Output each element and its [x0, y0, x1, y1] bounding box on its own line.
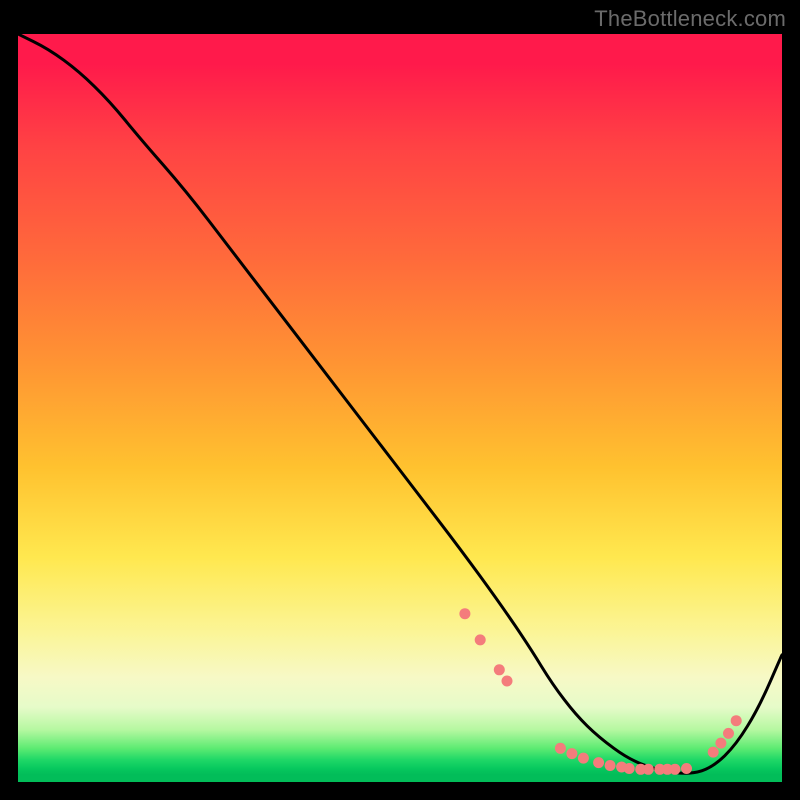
marker-dot — [578, 753, 589, 764]
marker-dot — [681, 763, 692, 774]
marker-dot — [723, 728, 734, 739]
marker-dot — [731, 715, 742, 726]
marker-dot — [475, 634, 486, 645]
marker-dot — [670, 764, 681, 775]
marker-dot — [643, 764, 654, 775]
marker-dot — [459, 608, 470, 619]
plot-area — [18, 34, 782, 782]
chart-container: TheBottleneck.com — [0, 0, 800, 800]
watermark-text: TheBottleneck.com — [594, 6, 786, 32]
marker-dot — [715, 738, 726, 749]
marker-dot — [624, 763, 635, 774]
curve-line — [18, 34, 782, 773]
markers-group — [459, 608, 741, 775]
chart-svg — [18, 34, 782, 782]
marker-dot — [566, 748, 577, 759]
marker-dot — [708, 747, 719, 758]
marker-dot — [605, 760, 616, 771]
marker-dot — [502, 676, 513, 687]
marker-dot — [593, 757, 604, 768]
marker-dot — [555, 743, 566, 754]
marker-dot — [494, 664, 505, 675]
